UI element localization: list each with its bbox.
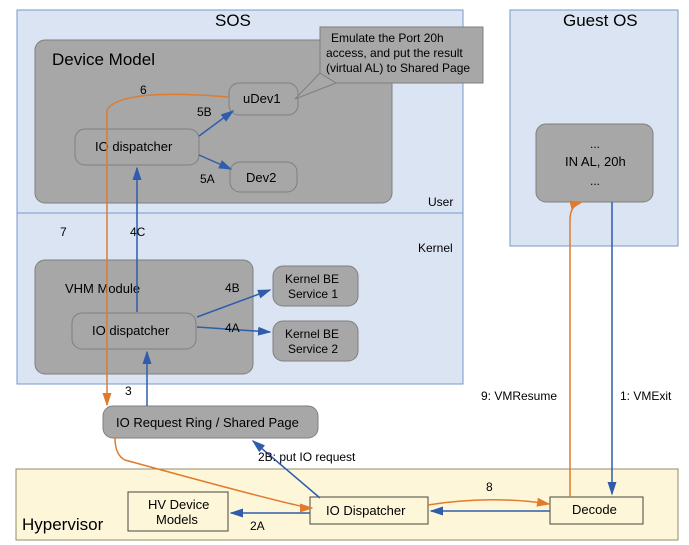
label-9: 9: VMResume bbox=[481, 389, 557, 403]
label-1: 1: VMExit bbox=[620, 389, 672, 403]
guest-code-3: ... bbox=[590, 174, 600, 188]
callout-l1: Emulate the Port 20h bbox=[331, 31, 444, 45]
label-6: 6 bbox=[140, 83, 147, 97]
ioreq-label: IO Request Ring / Shared Page bbox=[116, 415, 299, 430]
label-5b: 5B bbox=[197, 105, 212, 119]
sos-title: SOS bbox=[215, 11, 251, 30]
label-7: 7 bbox=[60, 225, 67, 239]
decode-label: Decode bbox=[572, 502, 617, 517]
sos-kernel-label: Kernel bbox=[418, 241, 453, 255]
io-dispatcher-vhm-label: IO dispatcher bbox=[92, 323, 170, 338]
vhm-title: VHM Module bbox=[65, 281, 140, 296]
dev2-label: Dev2 bbox=[246, 170, 276, 185]
kbe1-l2: Service 1 bbox=[288, 287, 338, 301]
label-2a: 2A bbox=[250, 519, 265, 533]
io-dispatcher-hv-label: IO Dispatcher bbox=[326, 503, 406, 518]
kbe2-l1: Kernel BE bbox=[285, 327, 339, 341]
sos-user-label: User bbox=[428, 195, 453, 209]
guest-title: Guest OS bbox=[563, 11, 638, 30]
guest-code-2: IN AL, 20h bbox=[565, 154, 626, 169]
hypervisor-title: Hypervisor bbox=[22, 515, 104, 534]
kbe1-l1: Kernel BE bbox=[285, 272, 339, 286]
label-2b: 2B: put IO request bbox=[258, 450, 356, 464]
guest-code-1: ... bbox=[590, 137, 600, 151]
device-model-title: Device Model bbox=[52, 50, 155, 69]
hvdev-l1: HV Device bbox=[148, 497, 209, 512]
label-8: 8 bbox=[486, 480, 493, 494]
label-4a: 4A bbox=[225, 321, 240, 335]
udev1-label: uDev1 bbox=[243, 91, 281, 106]
callout-l2: access, and put the result bbox=[326, 46, 463, 60]
label-4b: 4B bbox=[225, 281, 240, 295]
label-3: 3 bbox=[125, 384, 132, 398]
label-5a: 5A bbox=[200, 172, 215, 186]
kbe2-l2: Service 2 bbox=[288, 342, 338, 356]
label-4c: 4C bbox=[130, 225, 146, 239]
callout-l3: (virtual AL) to Shared Page bbox=[326, 61, 470, 75]
hvdev-l2: Models bbox=[156, 512, 198, 527]
